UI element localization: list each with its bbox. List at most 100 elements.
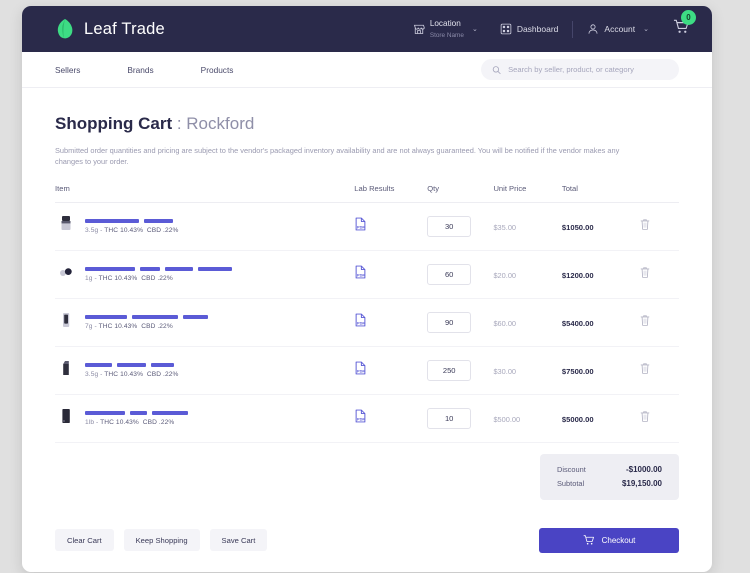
delete-row-button[interactable] bbox=[639, 362, 651, 378]
redacted-product-name bbox=[85, 266, 232, 272]
column-header-qty: Qty bbox=[427, 183, 494, 203]
cell-delete bbox=[639, 394, 679, 443]
redacted-name-bar bbox=[183, 314, 208, 320]
save-cart-button[interactable]: Save Cart bbox=[209, 529, 268, 552]
total-value: $1050.00 bbox=[561, 223, 594, 233]
keep-shopping-button[interactable]: Keep Shopping bbox=[123, 529, 200, 552]
header-actions: Location Store Name ⌄ Dashboard Account … bbox=[402, 10, 696, 40]
cell-unit-price: $30.00 bbox=[493, 346, 562, 395]
total-value: $7500.00 bbox=[561, 367, 594, 377]
search-box[interactable] bbox=[481, 59, 679, 80]
lab-results-link[interactable]: PDF bbox=[354, 313, 367, 331]
qty-input[interactable] bbox=[427, 263, 472, 285]
cell-total: $7500.00 bbox=[561, 346, 640, 395]
dashboard-link[interactable]: Dashboard bbox=[489, 23, 570, 35]
page-title: Shopping Cart : Rockford bbox=[55, 114, 679, 134]
item-meta: 1lb - THC 10.43% CBD .22% bbox=[85, 419, 175, 427]
cell-lab-results: PDF bbox=[354, 250, 428, 299]
redacted-name-bar bbox=[132, 314, 178, 320]
table-row: 7g - THC 10.43% CBD .22% PDF $60.00 $540… bbox=[55, 298, 679, 347]
lab-results-link[interactable]: PDF bbox=[354, 217, 367, 235]
pdf-file-icon: PDF bbox=[355, 313, 366, 327]
cell-total: $1050.00 bbox=[561, 202, 640, 251]
svg-text:PDF: PDF bbox=[357, 370, 365, 374]
cell-item: 7g - THC 10.43% CBD .22% bbox=[55, 298, 355, 347]
dashboard-label: Dashboard bbox=[516, 24, 559, 34]
delete-row-button[interactable] bbox=[639, 218, 651, 234]
nav-link-sellers[interactable]: Sellers bbox=[55, 65, 127, 75]
lab-results-link[interactable]: PDF bbox=[354, 361, 367, 379]
cell-lab-results: PDF bbox=[354, 298, 428, 347]
search-input[interactable] bbox=[508, 65, 668, 74]
redacted-name-bar bbox=[130, 410, 147, 416]
nav-link-brands[interactable]: Brands bbox=[127, 65, 200, 75]
unit-price-value: $20.00 bbox=[493, 271, 517, 281]
lab-results-link[interactable]: PDF bbox=[354, 409, 367, 427]
cell-qty bbox=[427, 394, 494, 443]
cell-lab-results: PDF bbox=[354, 202, 428, 251]
delete-row-button[interactable] bbox=[639, 314, 651, 330]
cell-lab-results: PDF bbox=[354, 394, 428, 443]
cell-total: $1200.00 bbox=[561, 250, 640, 299]
delete-row-button[interactable] bbox=[639, 266, 651, 282]
cart-button[interactable]: 0 bbox=[660, 10, 696, 40]
redacted-product-name bbox=[85, 218, 179, 224]
total-value: $5000.00 bbox=[561, 415, 594, 425]
delete-row-button[interactable] bbox=[639, 410, 651, 426]
subtotal-row: Subtotal $19,150.00 bbox=[557, 477, 662, 491]
pods-thumbnail bbox=[59, 262, 73, 287]
item-info: 3.5g - THC 10.43% CBD .22% bbox=[85, 362, 179, 379]
nav-link-products[interactable]: Products bbox=[201, 65, 281, 75]
redacted-name-bar bbox=[85, 410, 125, 416]
unit-price-value: $60.00 bbox=[493, 319, 517, 329]
cell-qty bbox=[427, 298, 494, 347]
redacted-name-bar bbox=[117, 362, 146, 368]
table-row: 3.5g - THC 10.43% CBD .22% PDF $35.00 $1… bbox=[55, 202, 679, 251]
column-header-item: Item bbox=[55, 183, 355, 203]
cell-unit-price: $35.00 bbox=[493, 202, 562, 251]
table-row: 1lb - THC 10.43% CBD .22% PDF $500.00 $5… bbox=[55, 394, 679, 443]
user-icon bbox=[588, 24, 598, 34]
cell-unit-price: $500.00 bbox=[493, 394, 562, 443]
redacted-name-bar bbox=[85, 218, 139, 224]
total-value: $1200.00 bbox=[561, 271, 594, 281]
redacted-product-name bbox=[85, 410, 188, 416]
qty-input[interactable] bbox=[427, 359, 472, 381]
clear-cart-button[interactable]: Clear Cart bbox=[55, 529, 114, 552]
dashboard-icon bbox=[500, 23, 512, 35]
qty-input[interactable] bbox=[427, 311, 472, 333]
account-menu[interactable]: Account ⌄ bbox=[576, 23, 660, 35]
cell-unit-price: $60.00 bbox=[493, 298, 562, 347]
item-info: 1lb - THC 10.43% CBD .22% bbox=[85, 410, 188, 427]
top-header: Leaf Trade Location Store Name ⌄ Dashboa… bbox=[22, 6, 712, 52]
redacted-name-bar bbox=[85, 314, 127, 320]
discount-label: Discount bbox=[557, 465, 586, 475]
header-divider bbox=[572, 20, 574, 38]
checkout-button[interactable]: Checkout bbox=[539, 527, 679, 553]
trash-icon bbox=[640, 267, 650, 279]
cell-item: 1g - THC 10.43% CBD .22% bbox=[55, 250, 355, 299]
cart-table: Item Lab Results Qty Unit Price Total 3.… bbox=[55, 183, 679, 443]
qty-input[interactable] bbox=[427, 407, 472, 429]
column-header-lab: Lab Results bbox=[354, 183, 428, 203]
cell-total: $5000.00 bbox=[561, 394, 640, 443]
brand-logo[interactable]: Leaf Trade bbox=[55, 18, 165, 40]
qty-input[interactable] bbox=[427, 215, 472, 237]
trash-icon bbox=[640, 315, 650, 327]
app-window: Leaf Trade Location Store Name ⌄ Dashboa… bbox=[22, 6, 712, 572]
subtotal-label: Subtotal bbox=[557, 479, 585, 489]
cell-delete bbox=[639, 346, 679, 395]
nav-links: Sellers Brands Products bbox=[55, 65, 280, 75]
item-meta: 1g - THC 10.43% CBD .22% bbox=[85, 275, 173, 283]
pdf-file-icon: PDF bbox=[355, 409, 366, 423]
item-meta: 3.5g - THC 10.43% CBD .22% bbox=[85, 371, 179, 379]
pdf-file-icon: PDF bbox=[355, 265, 366, 279]
cell-unit-price: $20.00 bbox=[493, 250, 562, 299]
pouch-thumbnail bbox=[59, 358, 73, 383]
redacted-product-name bbox=[85, 314, 208, 320]
cartridge-thumbnail bbox=[59, 310, 73, 335]
lab-results-link[interactable]: PDF bbox=[354, 265, 367, 283]
location-selector[interactable]: Location Store Name ⌄ bbox=[402, 18, 489, 39]
cell-total: $5400.00 bbox=[561, 298, 640, 347]
svg-text:PDF: PDF bbox=[357, 274, 365, 278]
